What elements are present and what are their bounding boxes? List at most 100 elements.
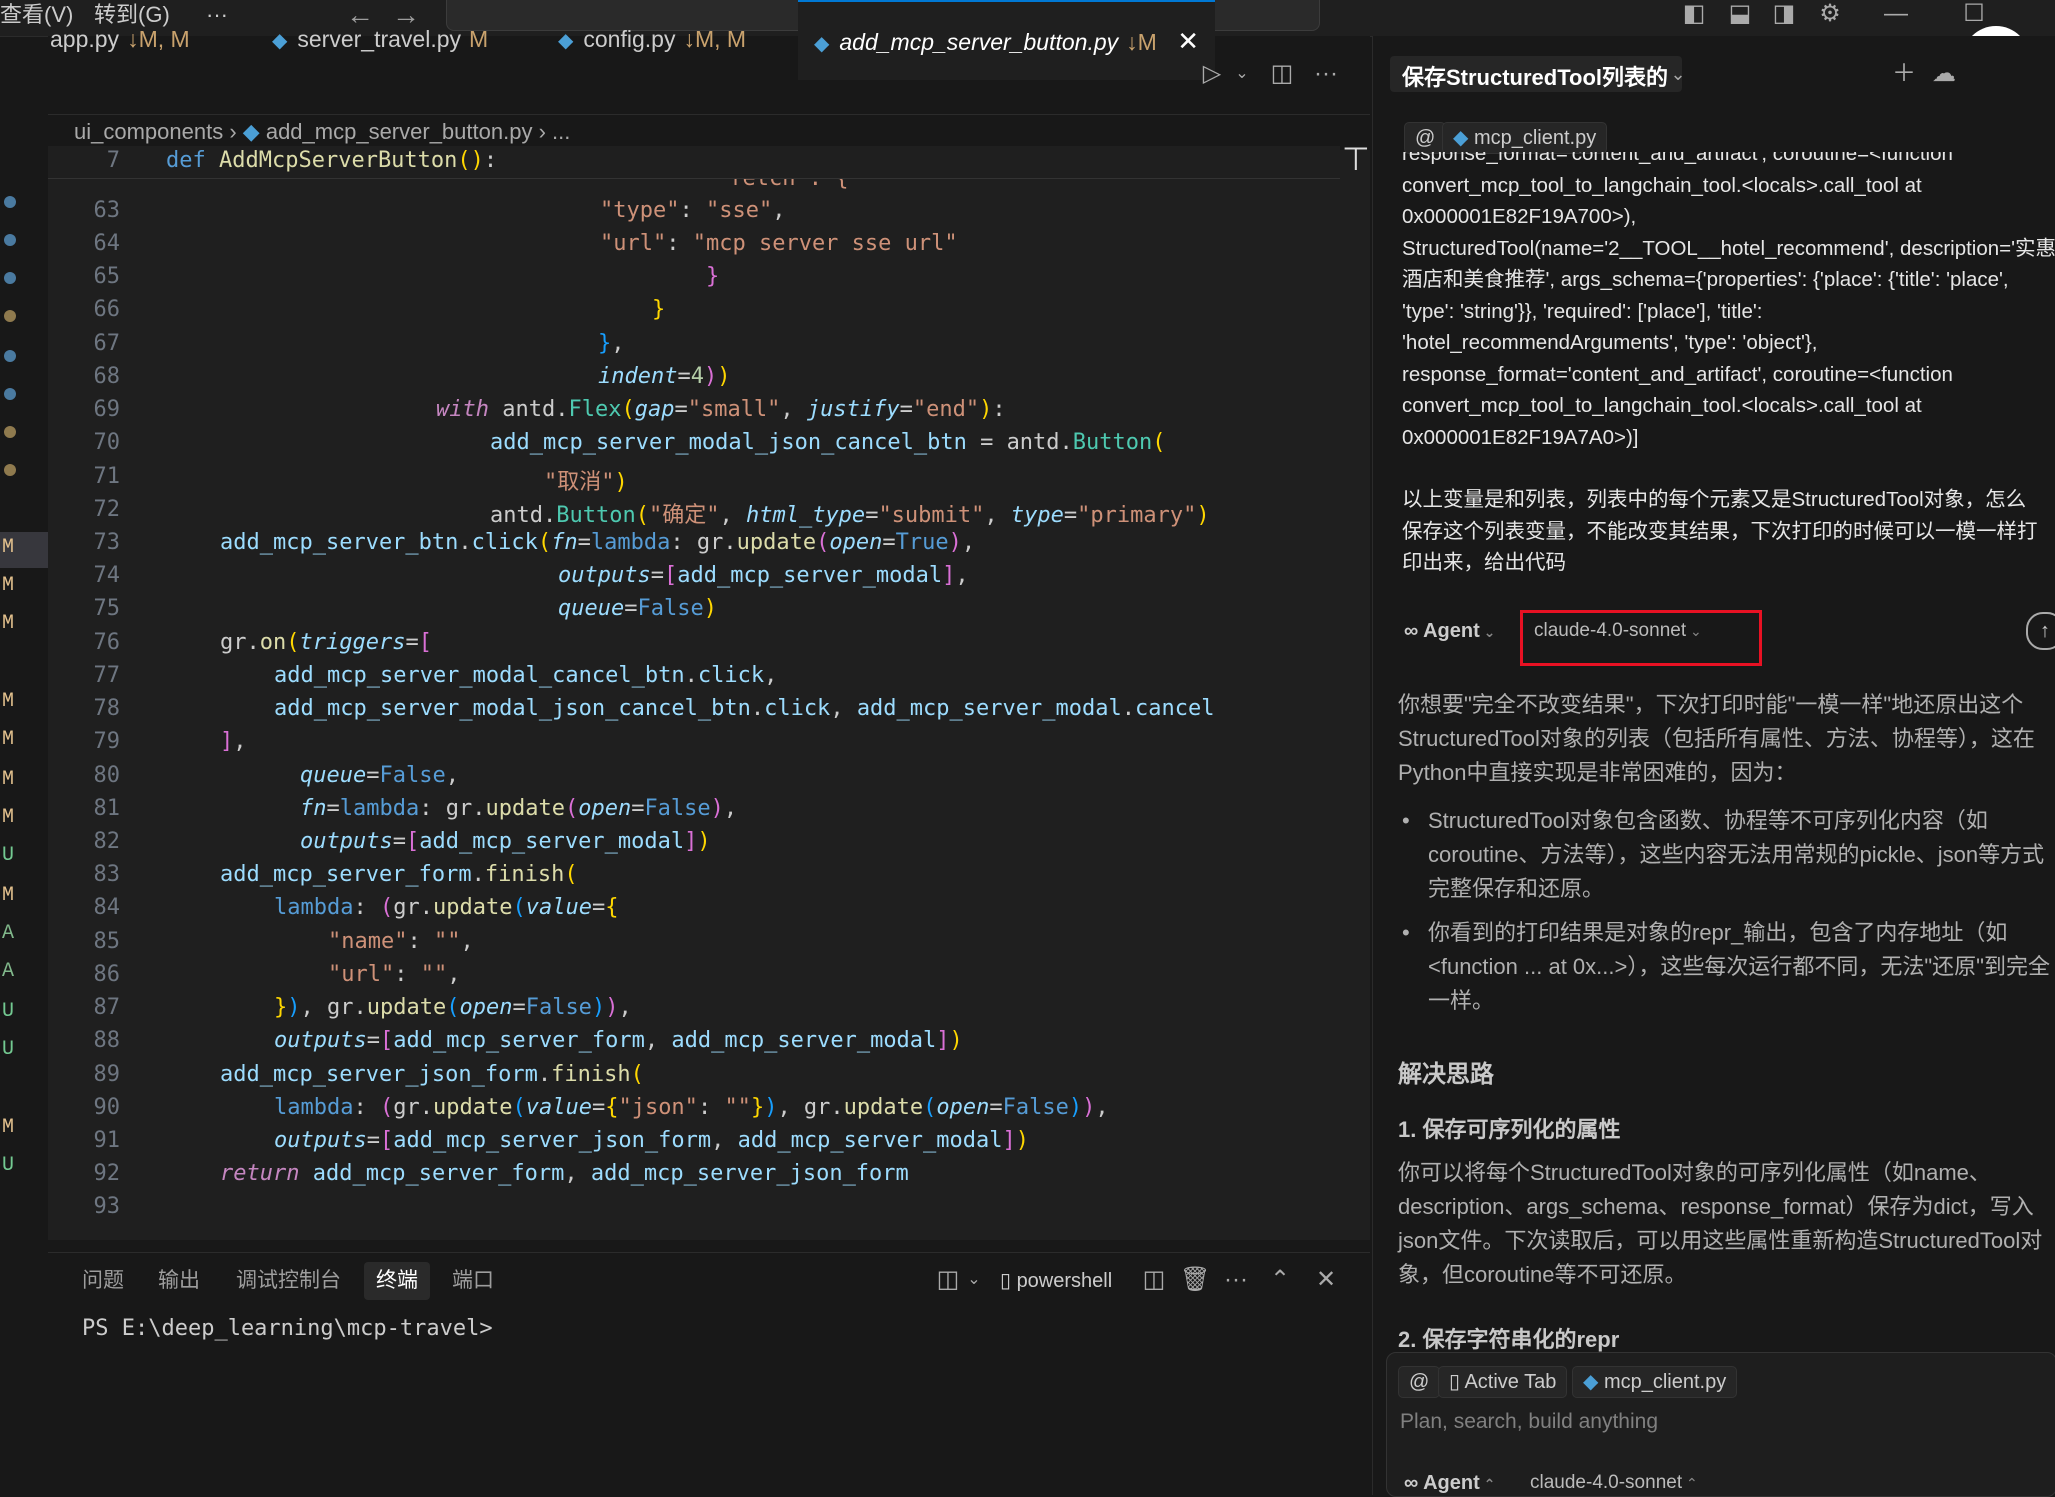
chevron-up-icon: ⌃ <box>1682 1475 1698 1491</box>
line-number: 70 <box>93 430 121 455</box>
close-panel-icon[interactable]: ✕ <box>1312 1266 1340 1294</box>
python-file-icon: ◆ <box>558 30 574 52</box>
code-line: }, <box>598 331 625 356</box>
tab-git-status: M <box>469 26 489 52</box>
line-number: 84 <box>93 895 121 920</box>
run-dropdown-icon[interactable]: ⌄ <box>1228 60 1256 88</box>
breadcrumb-symbol[interactable]: ... <box>552 119 570 144</box>
line-number: 68 <box>93 364 121 389</box>
tab-app-py[interactable]: app.py ↓M, M <box>48 0 204 78</box>
scm-marker: U <box>2 1154 15 1177</box>
code-line: add_mcp_server_form.finish( <box>220 862 578 887</box>
chat-input-placeholder[interactable]: Plan, search, build anything <box>1400 1410 1658 1434</box>
line-number: 79 <box>93 729 121 754</box>
line-number: 66 <box>93 297 121 322</box>
tab-ports[interactable]: 端口 <box>452 1262 494 1300</box>
active-tab-pill[interactable]: ▯ Active Tab <box>1438 1366 1568 1398</box>
split-editor-icon[interactable]: ◫ <box>1268 60 1296 88</box>
tab-add-mcp-server-button-py[interactable]: ◆ add_mcp_server_button.py ↓M ✕ <box>798 0 1215 80</box>
file-icon: ▯ <box>1449 1371 1465 1393</box>
mode-label: Agent <box>1423 1472 1480 1494</box>
infinity-icon: ∞ <box>1404 620 1424 642</box>
chevron-up-icon: ⌃ <box>1479 1476 1496 1492</box>
toggle-secondary-sidebar-icon[interactable]: ◨ <box>1770 0 1798 28</box>
code-line: add_mcp_server_json_form.finish( <box>220 1062 644 1087</box>
maximize-icon[interactable]: ☐ <box>1960 0 1988 28</box>
model-selector[interactable]: claude-4.0-sonnet ⌃ <box>1530 1472 1698 1494</box>
terminal-shell-selector[interactable]: ▯ powershell <box>1000 1266 1112 1296</box>
context-file-pill[interactable]: ◆ mcp_client.py <box>1442 122 1608 154</box>
mention-at-icon[interactable]: @ <box>1404 122 1447 154</box>
line-number: 69 <box>93 397 121 422</box>
tab-debug-console[interactable]: 调试控制台 <box>236 1262 341 1300</box>
line-number: 74 <box>93 563 121 588</box>
mention-at-icon[interactable]: @ <box>1398 1366 1441 1398</box>
code-line: return add_mcp_server_form, add_mcp_serv… <box>220 1161 909 1186</box>
python-file-icon: ◆ <box>1453 127 1474 149</box>
scm-marker: M <box>2 574 15 597</box>
agent-mode-selector[interactable]: ∞ Agent ⌄ <box>1404 616 1495 646</box>
toggle-panel-icon[interactable]: ⬓ <box>1726 0 1754 28</box>
chevron-down-icon[interactable]: ⌄ <box>960 1266 988 1294</box>
agent-mode-selector[interactable]: ∞ Agent ⌃ <box>1404 1470 1495 1496</box>
more-actions-icon[interactable]: ··· <box>1312 60 1340 88</box>
more-icon[interactable]: ··· <box>1222 1266 1250 1294</box>
scm-dot <box>4 234 16 246</box>
code-line: } <box>706 264 720 289</box>
close-tab-icon[interactable]: ✕ <box>1177 26 1199 56</box>
python-file-icon: ◆ <box>1583 1371 1604 1393</box>
model-selector[interactable]: claude-4.0-sonnet ⌄ <box>1534 620 1702 642</box>
context-file-pill[interactable]: ◆ mcp_client.py <box>1572 1366 1738 1398</box>
scm-marker: M <box>2 690 15 713</box>
python-file-icon: ◆ <box>814 33 830 55</box>
scm-marker: M <box>2 728 15 751</box>
model-label: claude-4.0-sonnet <box>1530 1472 1683 1493</box>
tab-git-status: ↓M, M <box>683 26 747 52</box>
scm-marker: A <box>2 960 15 983</box>
breadcrumb-folder[interactable]: ui_components <box>74 119 223 144</box>
line-number: 86 <box>93 962 121 987</box>
menu-more[interactable]: ··· <box>206 0 228 36</box>
code-line: add_mcp_server_modal_cancel_btn.click, <box>274 663 778 688</box>
line-number: 88 <box>93 1028 121 1053</box>
send-arrow-icon[interactable]: ↑ <box>2026 612 2055 650</box>
bullet-text: 你看到的打印结果是对象的repr_输出，包含了内存地址（如<function .… <box>1428 920 2050 1013</box>
tab-problems[interactable]: 问题 <box>82 1262 124 1300</box>
line-number: 89 <box>93 1062 121 1087</box>
chevron-down-icon[interactable]: ⌄ <box>1664 60 1692 88</box>
trash-icon[interactable]: 🗑 <box>1180 1266 1210 1294</box>
pill-label: Active Tab <box>1464 1371 1557 1393</box>
tab-label: server_travel.py <box>297 26 462 52</box>
terminal-prompt[interactable]: PS E:\deep_learning\mcp-travel> <box>82 1316 493 1341</box>
run-play-icon[interactable]: ▷ <box>1198 60 1226 88</box>
split-terminal-icon[interactable]: ◫ <box>934 1266 962 1294</box>
settings-gear-icon[interactable]: ⚙ <box>1816 0 1844 28</box>
code-line: with antd.Flex(gap="small", justify="end… <box>436 397 1006 422</box>
breadcrumb-file[interactable]: add_mcp_server_button.py <box>266 119 533 144</box>
scm-marker: M <box>2 536 15 559</box>
line-number: 65 <box>93 264 121 289</box>
toggle-sidebar-icon[interactable]: ◧ <box>1680 0 1708 28</box>
scm-marker: M <box>2 806 15 829</box>
line-number: 7 <box>106 148 120 173</box>
assistant-intro: 你想要"完全不改变结果"，下次打印时能"一模一样"地还原出这个Structure… <box>1398 692 2035 785</box>
tab-server-travel-py[interactable]: ◆ server_travel.py M <box>258 0 502 78</box>
user-message: response_format='content_and_artifact', … <box>1402 152 2055 574</box>
code-line: queue=False, <box>300 763 459 788</box>
minimize-icon[interactable]: — <box>1882 0 1910 28</box>
tab-output[interactable]: 输出 <box>158 1262 200 1300</box>
tab-terminal[interactable]: 终端 <box>364 1262 430 1300</box>
code-line: "url": "mcp server sse url" <box>600 231 958 256</box>
code-line: outputs=[add_mcp_server_form, add_mcp_se… <box>274 1028 963 1053</box>
split-pane-icon[interactable]: ◫ <box>1140 1266 1168 1294</box>
scm-dot <box>4 426 16 438</box>
tab-git-status: ↓M, M <box>127 26 190 52</box>
tab-config-py[interactable]: ◆ config.py ↓M, M <box>544 0 760 78</box>
section-heading: 解决思路 <box>1398 1061 1494 1088</box>
bullet: • <box>1402 808 1410 833</box>
maximize-panel-icon[interactable]: ⌃ <box>1266 1266 1294 1294</box>
new-chat-plus-icon[interactable]: ＋ <box>1890 60 1918 88</box>
line-number: 93 <box>93 1194 121 1219</box>
step-heading: 1. 保存可序列化的属性 <box>1398 1117 1621 1142</box>
cloud-icon[interactable]: ☁ <box>1930 60 1958 88</box>
